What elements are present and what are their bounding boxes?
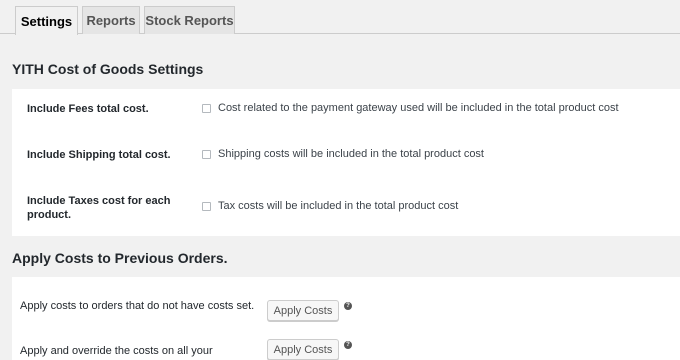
tab-settings[interactable]: Settings <box>15 6 78 35</box>
tab-reports[interactable]: Reports <box>82 6 140 34</box>
apply-missing-label: Apply costs to orders that do not have c… <box>20 300 255 312</box>
taxes-label: Include Taxes cost for each product. <box>27 195 171 221</box>
fees-field: Cost related to the payment gateway used… <box>202 102 619 114</box>
shipping-field: Shipping costs will be included in the t… <box>202 148 484 160</box>
fees-label: Include Fees total cost. <box>27 103 149 115</box>
apply-override-label: Apply and override the costs on all your <box>20 345 213 357</box>
tab-bar: Settings Reports Stock Reports <box>0 0 680 35</box>
fees-checkbox[interactable] <box>202 103 211 113</box>
settings-page: Settings Reports Stock Reports YITH Cost… <box>0 0 680 360</box>
apply-section-title: Apply Costs to Previous Orders. <box>12 250 228 266</box>
tab-stock-reports[interactable]: Stock Reports <box>144 6 235 34</box>
fees-description: Cost related to the payment gateway used… <box>218 102 619 114</box>
apply-override-costs-button[interactable]: Apply Costs <box>267 339 339 360</box>
taxes-checkbox[interactable] <box>202 201 211 211</box>
taxes-field: Tax costs will be included in the total … <box>202 200 458 212</box>
shipping-label: Include Shipping total cost. <box>27 149 171 161</box>
question-mark-icon[interactable]: ? <box>344 341 352 349</box>
taxes-description: Tax costs will be included in the total … <box>218 200 459 212</box>
question-mark-icon[interactable]: ? <box>344 302 352 310</box>
apply-costs-button[interactable]: Apply Costs <box>267 300 339 321</box>
shipping-description: Shipping costs will be included in the t… <box>218 148 484 160</box>
apply-panel: Apply costs to orders that do not have c… <box>12 277 680 360</box>
settings-section-title: YITH Cost of Goods Settings <box>12 61 204 77</box>
shipping-checkbox[interactable] <box>202 149 211 159</box>
settings-panel: Include Fees total cost. Cost related to… <box>12 89 680 236</box>
